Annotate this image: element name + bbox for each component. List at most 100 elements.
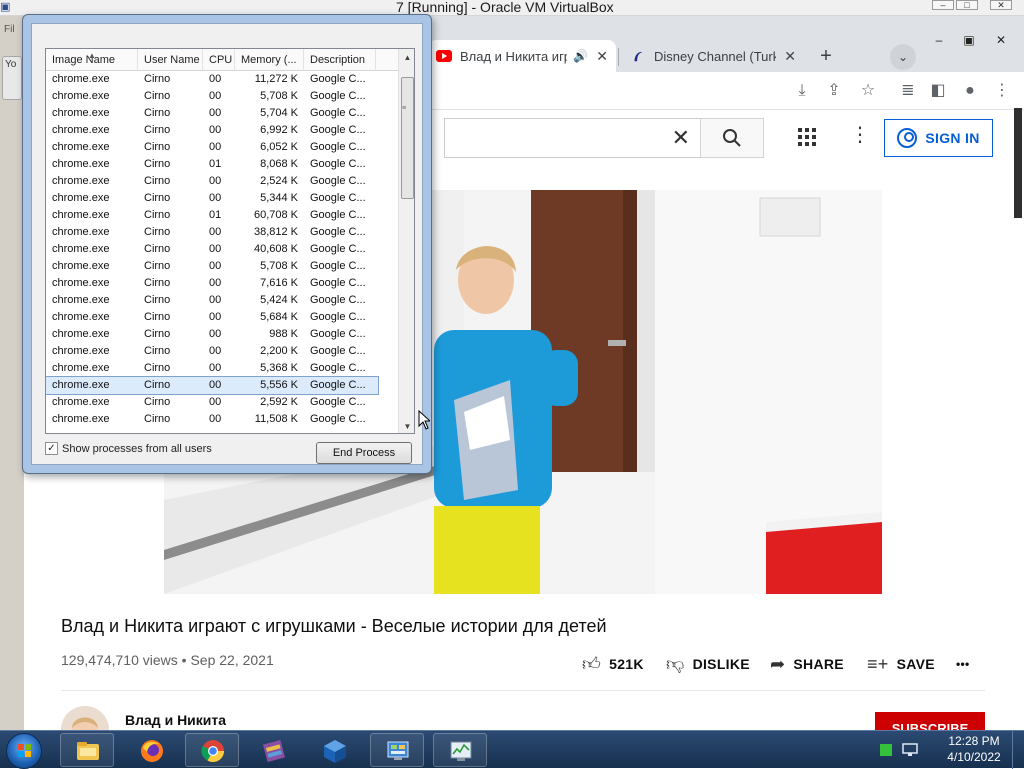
cell-cpu: 00: [209, 294, 222, 306]
process-row[interactable]: chrome.exe Cirno 00 6,992 K Google C...: [46, 122, 398, 139]
end-process-button[interactable]: End Process: [316, 442, 412, 464]
close-button[interactable]: ✕: [988, 32, 1014, 50]
save-button[interactable]: ≡+ SAVE: [867, 652, 935, 676]
task-manager-icon: [450, 741, 472, 761]
more-actions-button[interactable]: •••: [956, 652, 970, 676]
install-app-icon[interactable]: ⤓: [790, 80, 814, 102]
search-button[interactable]: [700, 118, 764, 158]
taskbar-control-panel[interactable]: [370, 733, 424, 767]
page-scrollbar[interactable]: [1012, 100, 1024, 230]
more-actions-icon: •••: [956, 657, 970, 671]
cell-description: Google C...: [310, 379, 366, 391]
process-list-scrollbar[interactable]: ▲ ≡ ▼: [398, 49, 414, 433]
process-list-scroll-thumb[interactable]: [401, 77, 414, 199]
maximize-button[interactable]: ▣: [956, 32, 982, 50]
network-icon[interactable]: [902, 743, 918, 757]
share-button[interactable]: ➦ SHARE: [770, 652, 844, 676]
video-title: Влад и Никита играют с игрушками - Весел…: [61, 616, 607, 636]
host-maximize-button[interactable]: □: [956, 0, 978, 10]
show-all-users-checkbox[interactable]: ✓ Show processes from all users: [45, 442, 212, 455]
minimize-button[interactable]: –: [926, 32, 952, 50]
tab-close-icon[interactable]: ✕: [596, 48, 608, 65]
sign-in-label: SIGN IN: [925, 130, 980, 146]
tab-disney-channel[interactable]: Disney Channel (Turkey) ✕: [622, 40, 804, 72]
system-clock[interactable]: 12:28 PM 4/10/2022: [940, 733, 1008, 765]
column-memory[interactable]: Memory (...: [235, 49, 304, 71]
process-list[interactable]: ▲ Image Name User Name CPU Memory (... D…: [45, 48, 415, 434]
process-row[interactable]: chrome.exe Cirno 00 7,616 K Google C...: [46, 275, 398, 292]
tab-youtube-video[interactable]: Влад и Никита играют 🔊 ✕: [428, 40, 616, 72]
youtube-apps-icon[interactable]: [798, 128, 816, 146]
process-row[interactable]: chrome.exe Cirno 00 5,344 K Google C...: [46, 190, 398, 207]
process-row[interactable]: chrome.exe Cirno 00 2,200 K Google C...: [46, 343, 398, 360]
process-row[interactable]: chrome.exe Cirno 00 5,704 K Google C...: [46, 105, 398, 122]
cell-description: Google C...: [310, 328, 366, 340]
browser-menu-icon[interactable]: ⋮: [990, 80, 1014, 102]
cell-memory: 5,368 K: [260, 362, 298, 374]
taskbar-task-manager[interactable]: [433, 733, 487, 767]
cell-cpu: 00: [209, 260, 222, 272]
checkbox-box[interactable]: ✓: [45, 442, 58, 455]
clear-search-icon[interactable]: ✕: [672, 125, 690, 151]
cell-cpu: 00: [209, 277, 222, 289]
start-button[interactable]: [6, 733, 42, 769]
taskbar-virtualbox[interactable]: [307, 733, 361, 767]
cell-memory: 2,524 K: [260, 175, 298, 187]
column-user-name[interactable]: User Name: [138, 49, 203, 71]
speaker-icon[interactable]: 🔊: [573, 49, 588, 63]
host-close-button[interactable]: ✕: [990, 0, 1012, 10]
cell-description: Google C...: [310, 277, 366, 289]
process-row[interactable]: chrome.exe Cirno 00 5,708 K Google C...: [46, 88, 398, 105]
page-scrollbar-thumb[interactable]: [1014, 108, 1022, 218]
tab-close-icon[interactable]: ✕: [784, 48, 796, 65]
tab-search-button[interactable]: ⌄: [890, 44, 916, 70]
process-row[interactable]: chrome.exe Cirno 00 11,272 K Google C...: [46, 71, 398, 88]
column-description[interactable]: Description: [304, 49, 376, 71]
host-minimize-button[interactable]: –: [932, 0, 954, 10]
sort-ascending-icon: ▲: [88, 51, 96, 60]
show-desktop-button[interactable]: [1012, 731, 1024, 769]
taskbar-winrar[interactable]: [246, 733, 300, 767]
column-cpu[interactable]: CPU: [203, 49, 235, 71]
process-row[interactable]: chrome.exe Cirno 00 6,052 K Google C...: [46, 139, 398, 156]
process-row[interactable]: chrome.exe Cirno 00 988 K Google C...: [46, 326, 398, 343]
side-panel-icon[interactable]: ◧: [926, 80, 950, 102]
scroll-up-arrow-icon[interactable]: ▲: [399, 49, 414, 66]
process-row[interactable]: chrome.exe Cirno 00 38,812 K Google C...: [46, 224, 398, 241]
media-controls-icon[interactable]: ≣: [896, 80, 920, 102]
search-input[interactable]: ✕: [444, 118, 700, 158]
cell-description: Google C...: [310, 226, 366, 238]
tab-label: Влад и Никита играют: [460, 48, 567, 64]
process-row[interactable]: chrome.exe Cirno 00 5,684 K Google C...: [46, 309, 398, 326]
bookmark-star-icon[interactable]: ☆: [856, 80, 880, 102]
process-row[interactable]: chrome.exe Cirno 00 5,368 K Google C...: [46, 360, 398, 377]
sign-in-button[interactable]: SIGN IN: [884, 119, 993, 157]
process-row[interactable]: chrome.exe Cirno 00 5,424 K Google C...: [46, 292, 398, 309]
process-row[interactable]: chrome.exe Cirno 00 2,592 K Google C...: [46, 394, 398, 411]
process-row-selected[interactable]: chrome.exe Cirno 00 5,556 K Google C...: [46, 376, 379, 395]
cell-description: Google C...: [310, 413, 366, 425]
process-row[interactable]: chrome.exe Cirno 00 40,608 K Google C...: [46, 241, 398, 258]
share-page-icon[interactable]: ⇪: [822, 80, 846, 102]
scroll-down-arrow-icon[interactable]: ▼: [399, 418, 414, 433]
taskbar-firefox[interactable]: [124, 733, 178, 767]
channel-name[interactable]: Влад и Никита: [125, 712, 226, 728]
taskbar-chrome[interactable]: [185, 733, 239, 767]
cell-memory: 988 K: [269, 328, 298, 340]
new-tab-button[interactable]: +: [813, 44, 839, 70]
left-window-tab[interactable]: Yo: [2, 56, 22, 100]
process-row[interactable]: chrome.exe Cirno 01 8,068 K Google C...: [46, 156, 398, 173]
like-button[interactable]: 👍︎ 521K: [582, 652, 644, 676]
process-row[interactable]: chrome.exe Cirno 00 5,708 K Google C...: [46, 258, 398, 275]
process-row[interactable]: chrome.exe Cirno 00 11,508 K Google C...: [46, 411, 398, 428]
column-image-name[interactable]: ▲ Image Name: [46, 49, 138, 71]
taskbar-explorer[interactable]: [60, 733, 114, 767]
process-row[interactable]: chrome.exe Cirno 00 2,524 K Google C...: [46, 173, 398, 190]
settings-more-icon[interactable]: ⋮: [850, 124, 870, 148]
cell-cpu: 01: [209, 158, 222, 170]
cell-user-name: Cirno: [144, 396, 171, 408]
profile-icon[interactable]: ●: [958, 80, 982, 102]
dislike-button[interactable]: 👎︎ DISLIKE: [666, 652, 750, 676]
process-row[interactable]: chrome.exe Cirno 01 60,708 K Google C...: [46, 207, 398, 224]
status-indicator-icon[interactable]: [880, 744, 892, 756]
